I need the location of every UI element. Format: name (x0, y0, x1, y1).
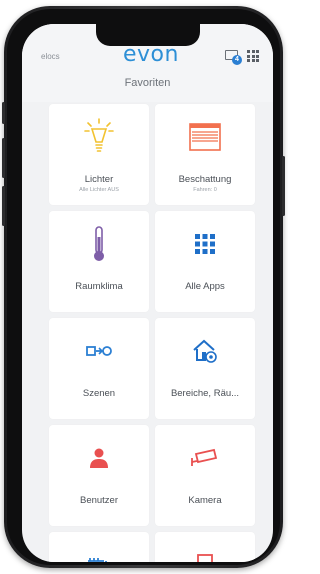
favorites-grid: Lichter Alle Lichter AUS Beschattung Fah… (49, 104, 259, 562)
tile-beschattung[interactable]: Beschattung Fahren: 0 (155, 104, 255, 205)
tile-label: Lichter (84, 174, 114, 185)
tile-bereiche-raeume[interactable]: Bereiche, Räu... (155, 318, 255, 419)
tile-label: Szenen (82, 388, 116, 399)
user-icon (90, 448, 108, 468)
blinds-icon (189, 123, 221, 151)
tile-lichter[interactable]: Lichter Alle Lichter AUS (49, 104, 149, 205)
tile-label: Alle Apps (185, 281, 225, 292)
tile-alle-apps[interactable]: Alle Apps (155, 211, 255, 312)
phone-screen: elocs evon 4 Favoriten Lichter Alle Lich… (22, 24, 273, 562)
thermometer-icon (94, 226, 104, 261)
tile-raumklima[interactable]: Raumklima (49, 211, 149, 312)
tile-kamera[interactable]: Kamera (155, 425, 255, 526)
scene-icon (86, 346, 112, 356)
page-title: Favoriten (124, 77, 171, 89)
message-badge: 4 (232, 55, 242, 65)
door-icon (197, 554, 213, 562)
tile-treppenhaus[interactable] (49, 532, 149, 562)
power-button (282, 156, 285, 216)
tile-label: Kamera (188, 495, 222, 506)
camera-icon (191, 448, 218, 466)
tile-label: Beschattung (178, 174, 232, 185)
tile-label: Benutzer (79, 495, 119, 506)
tile-tuer[interactable] (155, 532, 255, 562)
messages-icon[interactable]: 4 (225, 50, 242, 65)
house-settings-icon (193, 339, 217, 363)
tile-benutzer[interactable]: Benutzer (49, 425, 149, 526)
header-icons: 4 (225, 50, 259, 65)
apps-grid-icon (195, 234, 215, 254)
tile-status: Alle Lichter AUS (79, 187, 119, 193)
tile-szenen[interactable]: Szenen (49, 318, 149, 419)
volume-down-button (2, 186, 5, 226)
lightbulb-icon (84, 118, 114, 152)
notch (96, 24, 200, 46)
tile-label: Raumklima (75, 281, 123, 292)
tile-label: Bereiche, Räu... (170, 388, 240, 399)
mute-switch (2, 102, 5, 124)
apps-menu-icon[interactable] (247, 50, 259, 62)
stairs-icon (88, 558, 107, 562)
volume-up-button (2, 138, 5, 178)
user-label[interactable]: elocs (41, 52, 60, 61)
tile-status: Fahren: 0 (193, 187, 217, 193)
